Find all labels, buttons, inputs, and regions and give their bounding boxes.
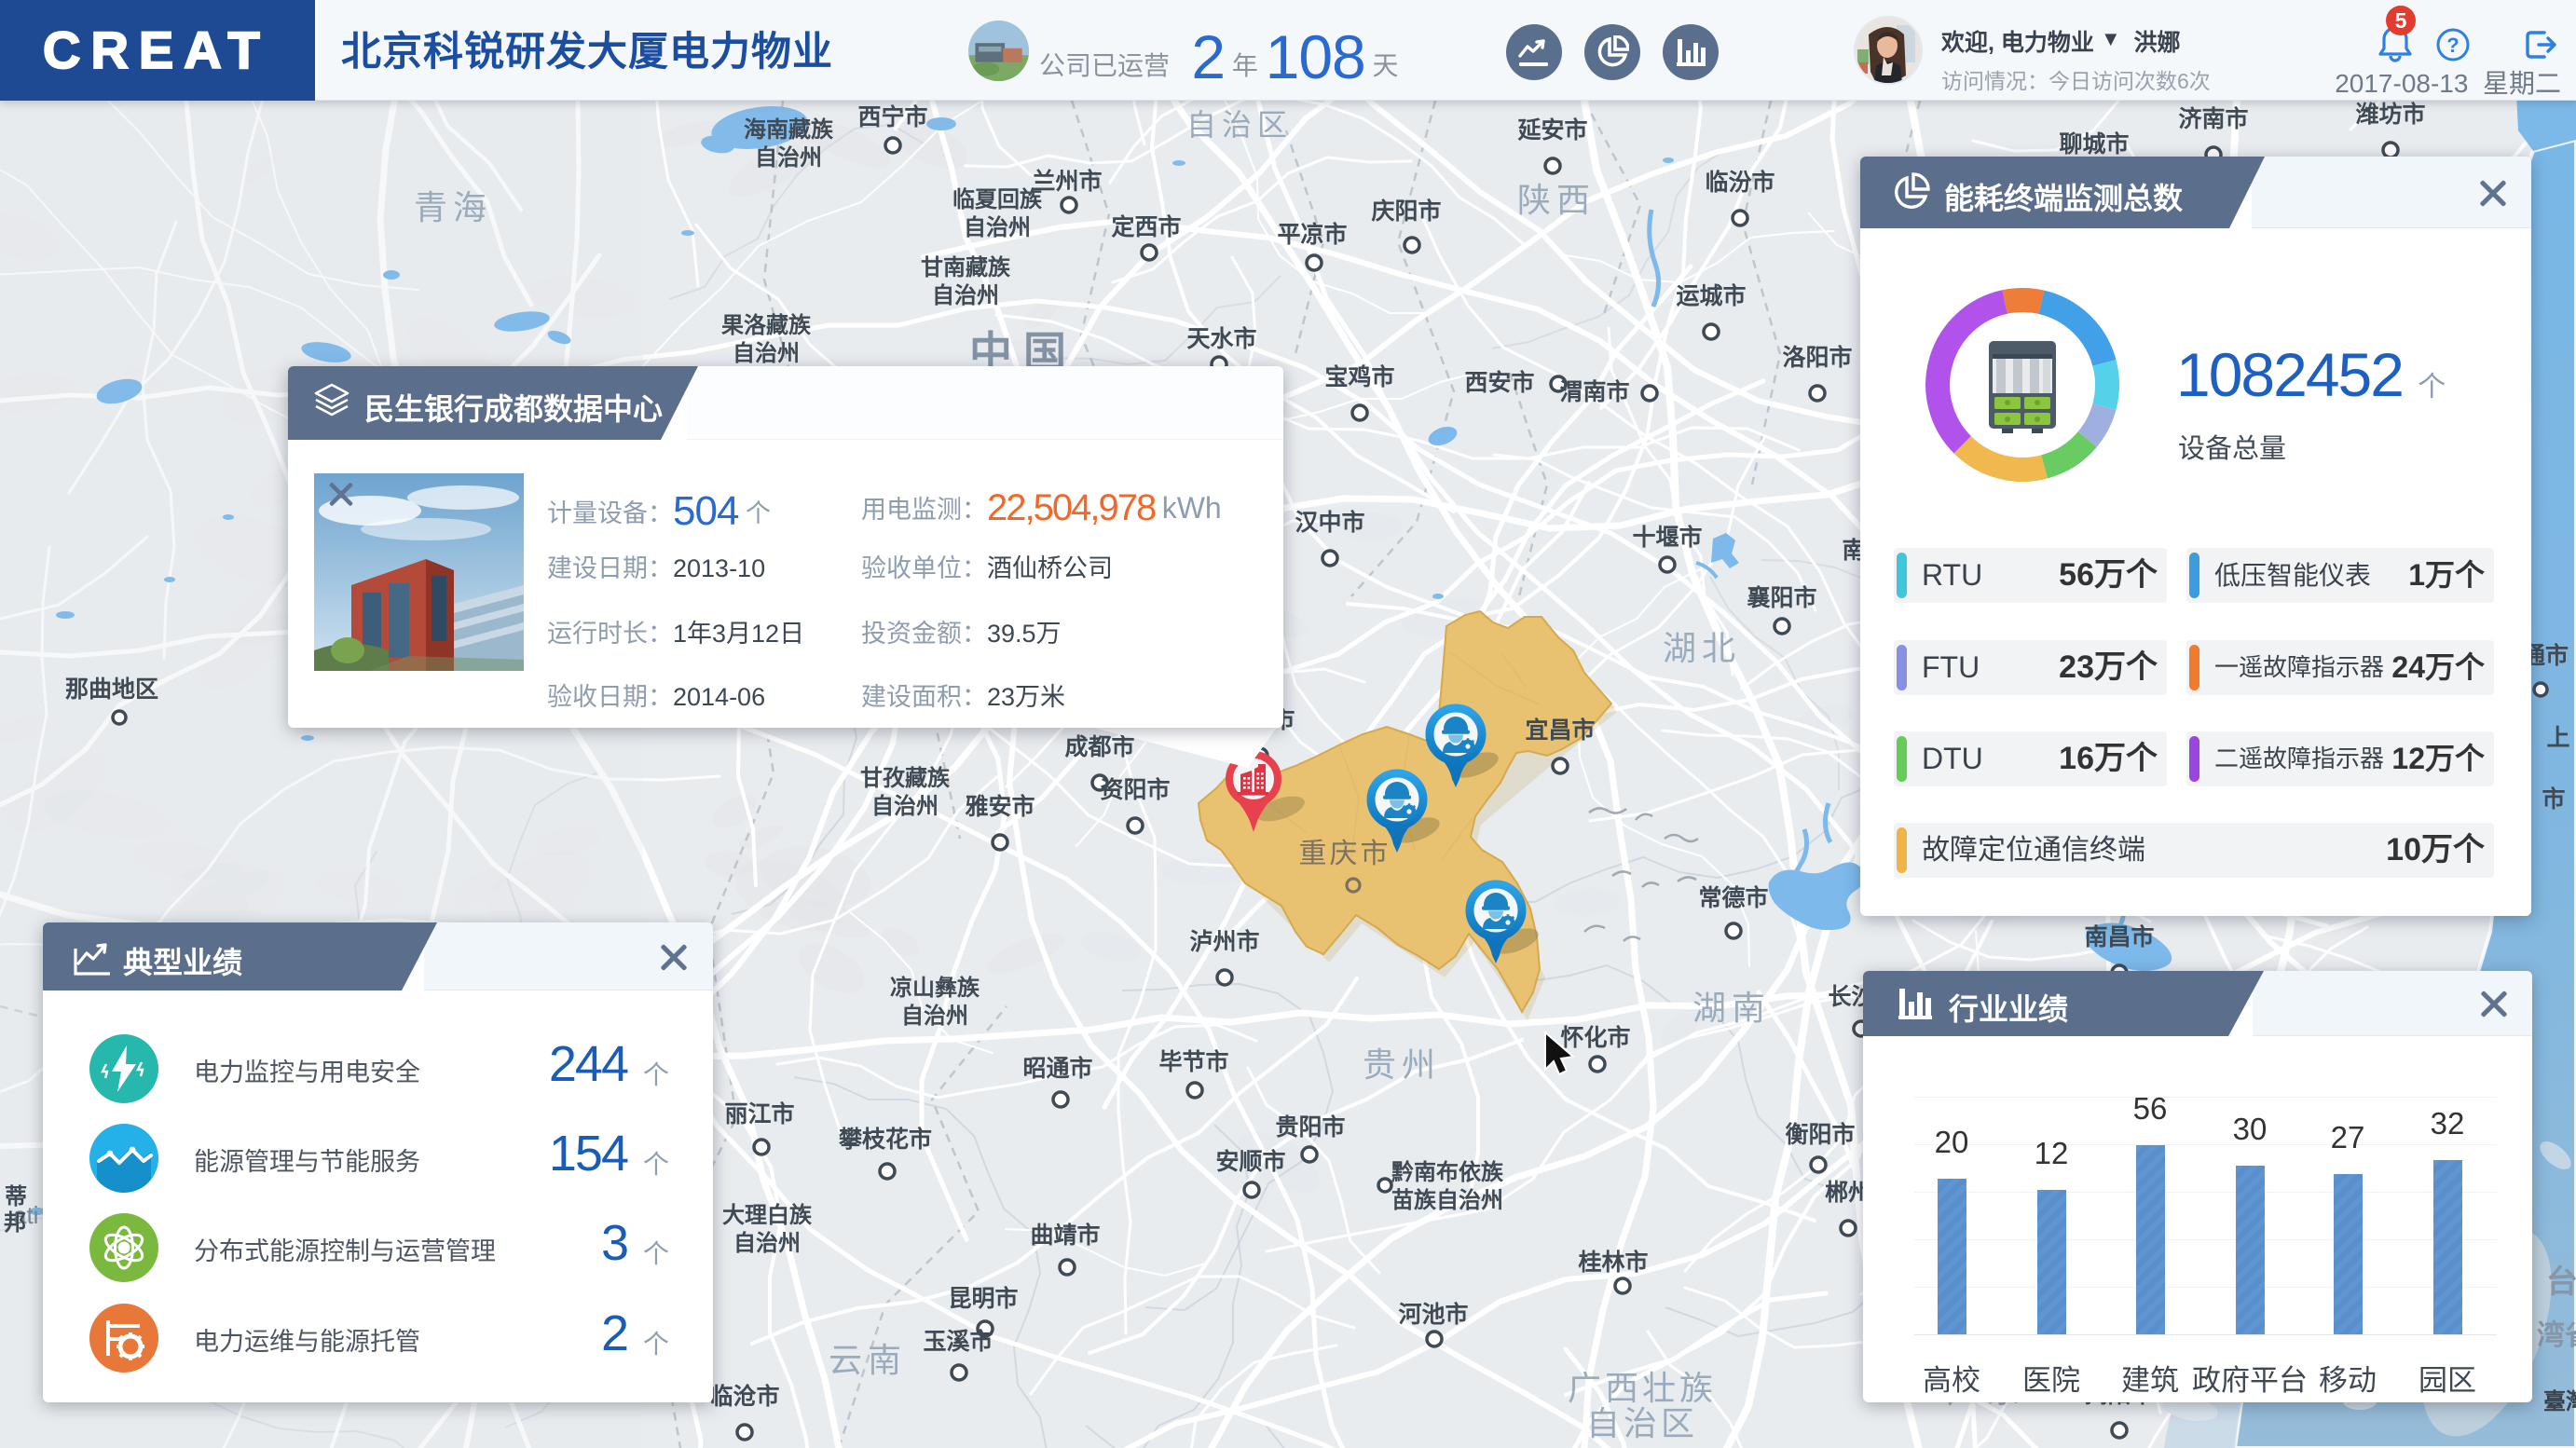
svg-text:?: ? <box>2446 34 2459 57</box>
